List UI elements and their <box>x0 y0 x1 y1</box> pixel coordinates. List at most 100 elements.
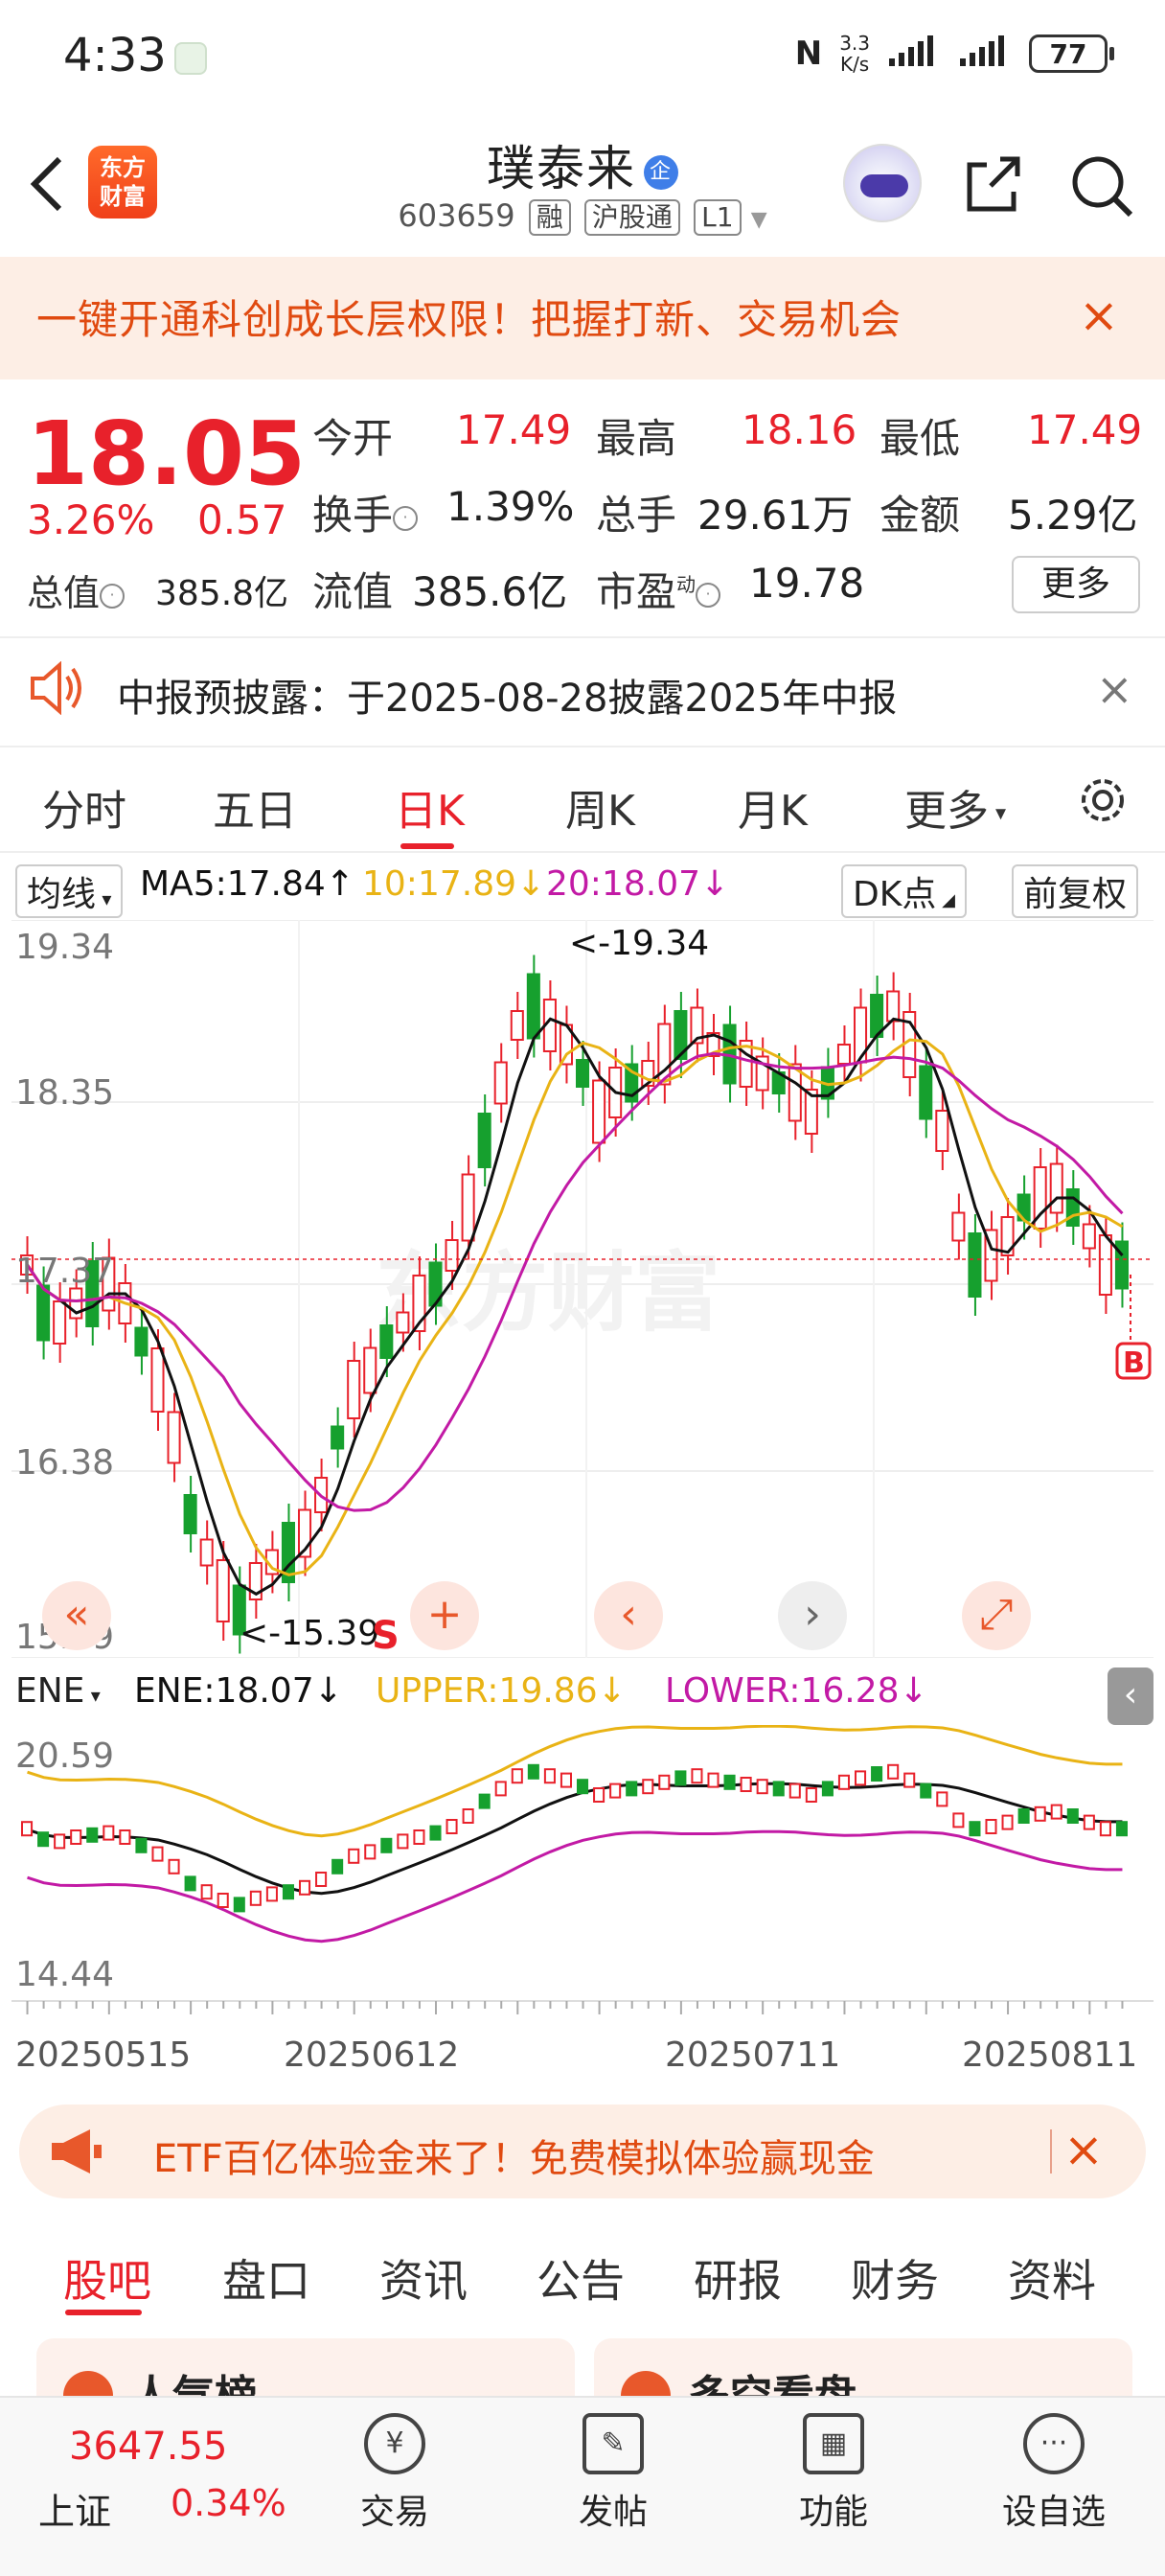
mini-candle <box>282 1884 294 1900</box>
mini-candle <box>855 1770 867 1786</box>
candle-body <box>363 1346 377 1394</box>
edit-icon: ✎ <box>582 2413 644 2474</box>
open-label: 今开 <box>312 415 394 462</box>
stock-code: 603659 <box>398 197 515 234</box>
tab-profile[interactable]: 资料 <box>1008 2246 1096 2310</box>
search-icon[interactable] <box>1069 153 1134 218</box>
tab-five-day[interactable]: 五日 <box>213 776 297 838</box>
tab-reports[interactable]: 研报 <box>694 2246 782 2310</box>
mini-candle <box>37 1831 50 1848</box>
mini-candle <box>413 1829 425 1845</box>
tab-intraday[interactable]: 分时 <box>42 776 126 838</box>
current-price: 18.05 <box>27 402 307 505</box>
notice-text[interactable]: 中报预披露：于2025-08-28披露2025年中报 <box>117 667 897 723</box>
share-icon[interactable] <box>962 153 1023 215</box>
candle-body <box>836 1044 851 1065</box>
mini-candle <box>168 1858 180 1874</box>
etf-banner-text[interactable]: ETF百亿体验金来了！免费模拟体验赢现金 <box>153 2128 875 2183</box>
amount-value: 5.29亿 <box>1008 492 1138 539</box>
indicator-select[interactable]: ENE ▾ <box>11 1671 104 1711</box>
mini-candle <box>119 1829 131 1845</box>
notification-app-icon <box>174 42 207 75</box>
mktcap-value: 385.8亿 <box>155 574 289 613</box>
chevron-down-icon: ▾ <box>989 801 1007 826</box>
mini-candle <box>217 1893 229 1908</box>
tab-monthly-k[interactable]: 月K <box>738 776 808 838</box>
mini-candle <box>380 1837 393 1853</box>
mini-candle <box>626 1781 638 1797</box>
assistant-robot-icon[interactable] <box>843 144 922 222</box>
tab-pankou[interactable]: 盘口 <box>222 2246 310 2310</box>
watermark: 东方财富 <box>376 1243 720 1344</box>
date-label-3: 20250711 <box>665 2036 840 2075</box>
promo-text[interactable]: 一键开通科创成长层权限！把握打新、交易机会 <box>36 288 902 346</box>
candle-body <box>951 1211 966 1242</box>
mini-candle <box>1099 1821 1111 1837</box>
tab-more[interactable]: 更多 ▾ <box>904 776 1006 838</box>
info-icon[interactable]: · <box>393 505 419 531</box>
mini-candle <box>478 1793 491 1809</box>
mini-candle <box>315 1872 328 1887</box>
chevron-down-icon: ▼ <box>750 208 767 232</box>
popularity-card[interactable]: 人气榜 <box>36 2338 575 2396</box>
tab-finance[interactable]: 财务 <box>851 2246 939 2310</box>
settings-gear-icon[interactable] <box>1075 772 1131 832</box>
index-pct[interactable]: 0.34% <box>171 2482 286 2524</box>
candle-body <box>493 1061 508 1105</box>
open-value: 17.49 <box>456 406 572 453</box>
ma-type-select[interactable]: 均线 ▾ <box>15 864 124 918</box>
mini-candle <box>103 1825 115 1841</box>
scroll-left-button[interactable]: ‹ <box>594 1581 663 1650</box>
scroll-left-fast-button[interactable]: « <box>42 1581 111 1650</box>
adjust-select[interactable]: 前复权 <box>1012 864 1139 918</box>
divider <box>0 851 1165 853</box>
candle-body <box>576 1059 590 1088</box>
fullscreen-button[interactable]: ⤢ <box>962 1581 1031 1650</box>
ene-y-bottom: 14.44 <box>15 1955 114 1994</box>
mini-candle <box>543 1768 556 1784</box>
nav-post[interactable]: ✎ 发帖 <box>556 2413 671 2534</box>
info-icon[interactable]: · <box>100 583 126 609</box>
index-value[interactable]: 3647.55 <box>69 2425 227 2469</box>
zoom-in-button[interactable]: + <box>410 1581 479 1650</box>
tag-connect: 沪股通 <box>583 199 680 236</box>
signal-icon-2 <box>958 34 1012 75</box>
index-name[interactable]: 上证 <box>38 2482 111 2535</box>
mini-candle <box>54 1833 66 1850</box>
kline-chart[interactable]: 东方财富 19.34 18.35 17.37 16.38 15.39 <-19.… <box>11 920 1154 1658</box>
candle-body <box>396 1311 410 1334</box>
mini-candle <box>265 1886 278 1902</box>
collapse-panel-button[interactable]: ‹ <box>1108 1668 1154 1725</box>
long-short-card[interactable]: 多空看盘 <box>594 2338 1132 2396</box>
mini-candle <box>952 1812 965 1828</box>
etf-banner-close[interactable]: × <box>1063 2122 1104 2177</box>
nav-add-watchlist[interactable]: ··· 设自选 <box>996 2413 1111 2534</box>
more-button[interactable]: 更多 <box>1012 556 1140 613</box>
nav-functions[interactable]: ▦ 功能 <box>776 2413 891 2534</box>
tab-news[interactable]: 资讯 <box>379 2246 468 2310</box>
ene-chart[interactable]: 20.59 14.44 <box>11 1725 1154 2003</box>
candle-body <box>510 1010 524 1041</box>
enterprise-badge: 企 <box>644 154 678 190</box>
scroll-right-button[interactable]: › <box>778 1581 847 1650</box>
ene-value: ENE:18.07↓ <box>134 1671 343 1711</box>
mini-candle <box>1066 1808 1079 1824</box>
mini-candle <box>920 1782 932 1799</box>
promo-close-button[interactable]: × <box>1079 288 1119 343</box>
tab-guba[interactable]: 股吧 <box>63 2246 151 2310</box>
mini-candle <box>1017 1808 1030 1824</box>
status-time: 4:33 <box>63 29 167 82</box>
dk-point-select[interactable]: DK点 ◢ <box>841 864 967 918</box>
nav-trade[interactable]: ¥ 交易 <box>337 2413 452 2534</box>
notice-close-button[interactable]: × <box>1096 663 1133 715</box>
ene-upper: UPPER:19.86↓ <box>376 1671 627 1711</box>
tab-announcements[interactable]: 公告 <box>537 2246 625 2310</box>
tab-weekly-k[interactable]: 周K <box>565 776 635 838</box>
mini-candle <box>511 1768 523 1784</box>
high-label: 最高 <box>596 415 677 462</box>
tab-daily-k[interactable]: 日K <box>395 776 465 838</box>
mini-candle <box>1083 1814 1095 1830</box>
ene-lines <box>21 1725 1128 1944</box>
mini-candle <box>560 1772 572 1788</box>
info-icon[interactable]: · <box>696 582 721 608</box>
